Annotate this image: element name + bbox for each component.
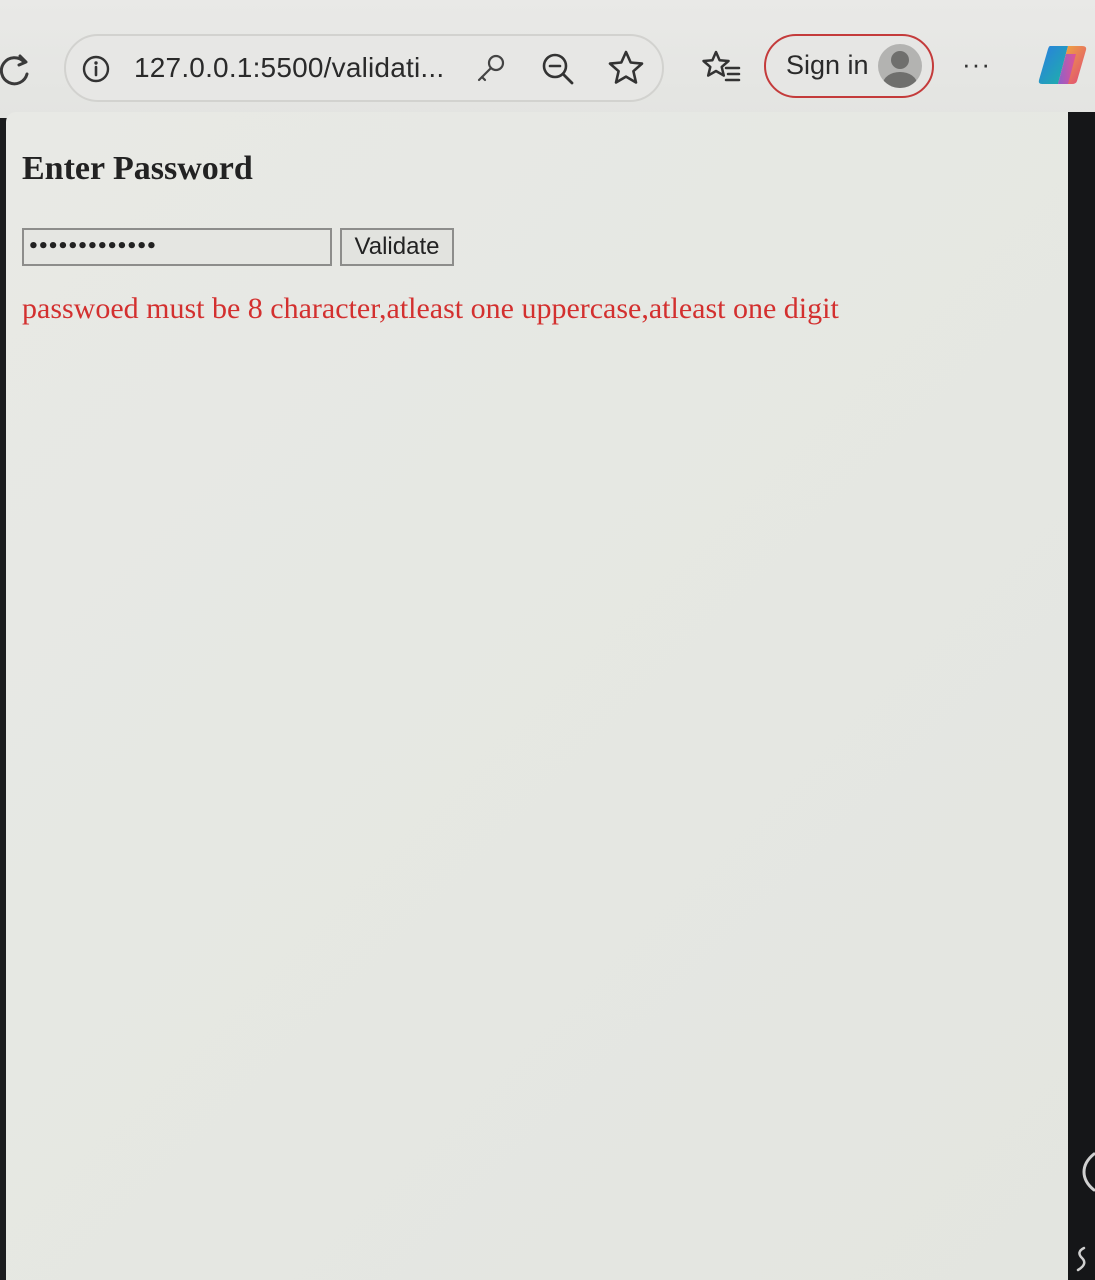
edge-decoration: [1076, 1246, 1086, 1272]
zoom-out-icon[interactable]: [540, 51, 576, 87]
sign-in-label: Sign in: [786, 50, 869, 80]
address-bar[interactable]: 127.0.0.1:5500/validati...: [64, 34, 664, 102]
info-icon[interactable]: [82, 55, 110, 83]
sign-in-button[interactable]: Sign in: [764, 34, 934, 98]
window-edge: [1068, 112, 1095, 1280]
password-field[interactable]: •••••••••••••: [22, 228, 332, 266]
page-title: Enter Password: [22, 150, 253, 187]
favorites-icon[interactable]: [700, 48, 742, 88]
avatar-icon: [878, 44, 922, 88]
url-text[interactable]: 127.0.0.1:5500/validati...: [134, 52, 444, 84]
browser-toolbar: 127.0.0.1:5500/validati... Sign in ···: [0, 0, 1095, 118]
star-icon[interactable]: [606, 48, 646, 88]
copilot-icon[interactable]: [1036, 40, 1090, 90]
error-message: passwoed must be 8 character,atleast one…: [22, 292, 839, 325]
validate-button[interactable]: Validate: [340, 228, 454, 266]
edge-decoration: [1082, 1152, 1095, 1192]
reload-icon[interactable]: [0, 50, 34, 90]
key-icon[interactable]: [474, 52, 508, 86]
page-viewport: Enter Password ••••••••••••• Validate pa…: [6, 112, 1068, 1280]
more-icon[interactable]: ···: [962, 51, 998, 77]
